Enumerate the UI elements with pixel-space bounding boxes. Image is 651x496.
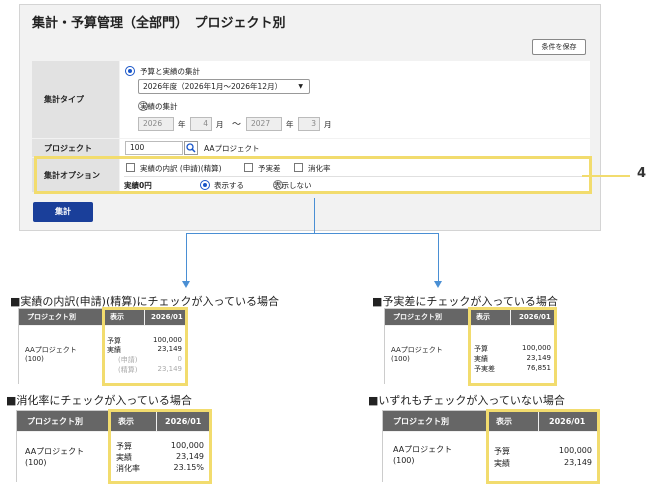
project-code: (100)	[25, 458, 47, 467]
arrow-down-icon	[434, 281, 442, 288]
arrow-down-icon	[182, 281, 190, 288]
col-project-header: プロジェクト別	[17, 411, 109, 431]
connector-line	[314, 198, 315, 234]
from-month-input[interactable]: 4	[190, 117, 212, 131]
connector-line	[186, 233, 187, 281]
example-heading: ■いずれもチェックが入っていない場合	[368, 394, 565, 407]
col-project-header: プロジェクト別	[19, 309, 103, 325]
options-highlight-frame	[34, 156, 592, 194]
project-name: AAプロジェクト	[393, 445, 453, 454]
range-separator: 〜	[232, 120, 242, 130]
project-cell: AAプロジェクト (100)	[383, 432, 487, 482]
from-year-input[interactable]: 2026	[138, 117, 174, 131]
col-project-header: プロジェクト別	[383, 411, 487, 431]
to-month-input[interactable]: 3	[298, 117, 320, 131]
project-code: (100)	[393, 456, 415, 465]
project-cell: 100 AAプロジェクト	[120, 139, 590, 157]
settings-panel: 集計・予算管理（全部門） プロジェクト別 条件を保存 集計タイプ 予算と実績の集…	[19, 4, 601, 231]
example-table: プロジェクト別 表示 2026/01 AAプロジェクト (100) 予算 100…	[382, 409, 600, 484]
budget-and-actual-label: 予算と実績の集計	[140, 67, 200, 76]
example-table: プロジェクト別 表示 2026/01 AAプロジェクト (100) 予算 100…	[384, 307, 557, 386]
highlight-frame	[102, 307, 188, 386]
actual-only-label: 実績の集計	[140, 102, 178, 111]
fiscal-year-value: 2026年度（2026年1月〜2026年12月）	[143, 82, 283, 91]
connector-line	[186, 233, 438, 234]
project-cell: AAプロジェクト (100)	[385, 326, 469, 384]
aggregation-type-cell: 予算と実績の集計 2026年度（2026年1月〜2026年12月） ▼ 実績の集…	[120, 61, 590, 138]
connector-line	[438, 233, 439, 281]
from-year-unit: 年	[178, 120, 186, 129]
fiscal-year-select[interactable]: 2026年度（2026年1月〜2026年12月） ▼	[138, 79, 310, 94]
callout-number: 4	[637, 166, 647, 181]
project-code: (100)	[391, 355, 410, 363]
page-title: 集計・予算管理（全部門） プロジェクト別	[32, 16, 286, 31]
project-search-button[interactable]	[184, 141, 198, 155]
search-icon	[186, 143, 196, 153]
example-heading: ■消化率にチェックが入っている場合	[6, 394, 192, 407]
project-cell: AAプロジェクト (100)	[19, 326, 103, 384]
budget-and-actual-radio[interactable]	[125, 66, 135, 76]
chevron-down-icon: ▼	[298, 83, 303, 90]
save-conditions-button[interactable]: 条件を保存	[532, 39, 586, 55]
highlight-frame	[486, 409, 600, 484]
project-name: AAプロジェクト	[391, 346, 443, 354]
example-table: プロジェクト別 表示 2026/01 AAプロジェクト (100) 予算 100…	[18, 307, 188, 386]
to-month-unit: 月	[324, 120, 332, 129]
project-code: (100)	[25, 355, 44, 363]
highlight-frame	[108, 409, 212, 484]
project-cell: AAプロジェクト (100)	[17, 432, 109, 482]
project-name: AAプロジェクト	[25, 346, 77, 354]
example-table: プロジェクト別 表示 2026/01 AAプロジェクト (100) 予算 100…	[16, 409, 212, 484]
from-month-unit: 月	[216, 120, 224, 129]
aggregation-type-label: 集計タイプ	[32, 61, 119, 138]
col-project-header: プロジェクト別	[385, 309, 469, 325]
project-label: プロジェクト	[32, 139, 119, 157]
execute-aggregation-button[interactable]: 集計	[33, 202, 93, 222]
project-code-input[interactable]: 100	[125, 141, 183, 155]
highlight-frame	[468, 307, 557, 386]
project-name: AAプロジェクト	[204, 144, 260, 153]
to-year-input[interactable]: 2027	[246, 117, 282, 131]
to-year-unit: 年	[286, 120, 294, 129]
callout-line	[582, 175, 630, 177]
project-name: AAプロジェクト	[25, 447, 85, 456]
